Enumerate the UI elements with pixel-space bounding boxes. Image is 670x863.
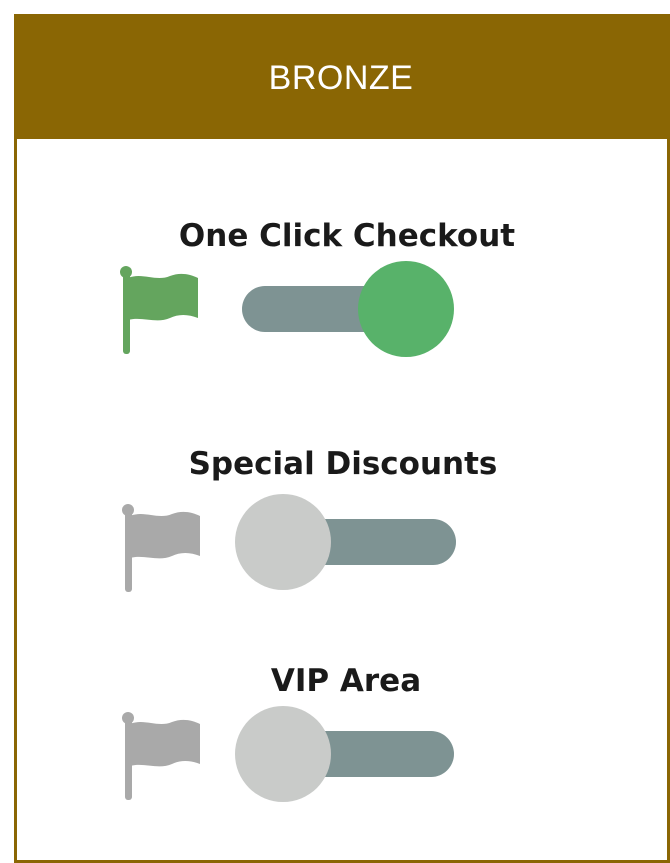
toggle-one-click-checkout[interactable] bbox=[236, 258, 462, 362]
feature-label-vip-area: VIP Area bbox=[270, 663, 422, 699]
flag-icon bbox=[122, 504, 200, 592]
tier-title: BRONZE bbox=[268, 58, 414, 97]
toggle-special-discounts[interactable] bbox=[232, 492, 462, 596]
toggle-knob-off bbox=[235, 494, 331, 590]
toggle-knob-off bbox=[235, 706, 331, 802]
feature-label-special-discounts: Special Discounts bbox=[188, 446, 498, 482]
tier-header: BRONZE bbox=[17, 17, 667, 139]
feature-label-one-click-checkout: One Click Checkout bbox=[178, 218, 516, 254]
flag-icon bbox=[120, 266, 198, 354]
toggle-vip-area[interactable] bbox=[232, 704, 462, 808]
flag-icon bbox=[122, 712, 200, 800]
toggle-knob-on bbox=[358, 261, 454, 357]
